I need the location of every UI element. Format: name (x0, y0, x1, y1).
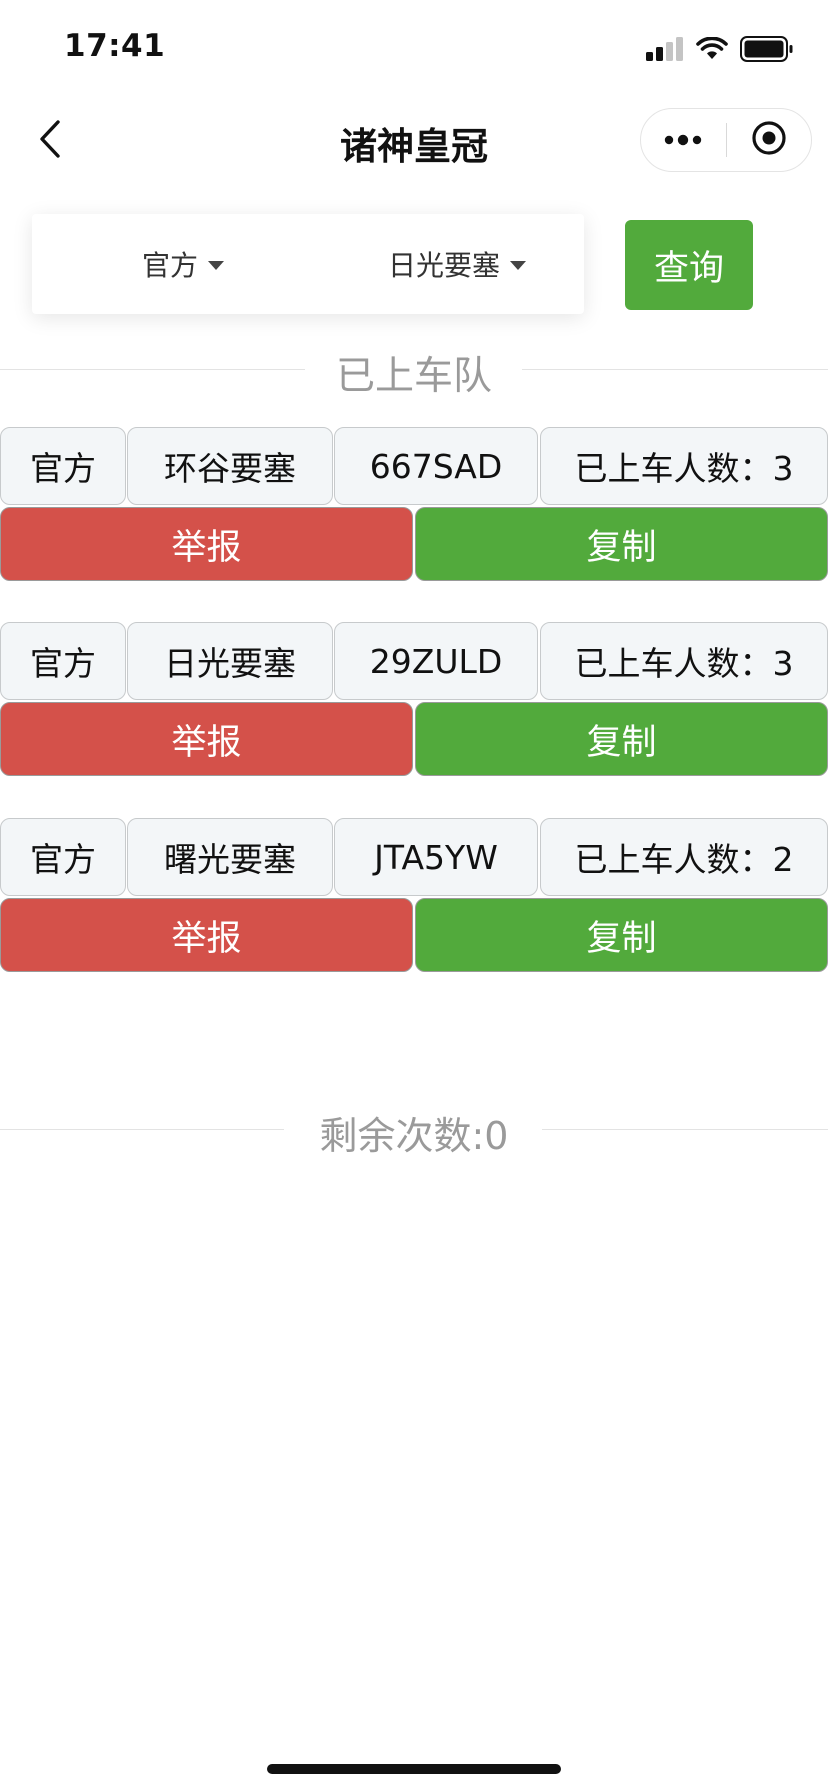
copy-button[interactable]: 复制 (415, 507, 828, 581)
team-camp: 官方 (0, 427, 126, 505)
team-map: 日光要塞 (127, 622, 333, 700)
copy-button[interactable]: 复制 (415, 898, 828, 972)
team-camp: 官方 (0, 622, 126, 700)
signal-icon (646, 37, 684, 65)
team-code: 29ZULD (334, 622, 538, 700)
remaining-count: 剩余次数:0 (319, 1114, 509, 1158)
team-camp: 官方 (0, 818, 126, 896)
team-actions: 举报 复制 (0, 507, 828, 581)
filter-card: 官方 日光要塞 (32, 214, 584, 314)
team-code: 667SAD (334, 427, 538, 505)
wifi-icon (696, 36, 728, 65)
close-miniprogram-button[interactable] (727, 109, 812, 171)
team-code: JTA5YW (334, 818, 538, 896)
camp-picker-value: 官方 (142, 249, 199, 282)
query-button[interactable]: 查询 (625, 220, 753, 310)
report-button[interactable]: 举报 (0, 702, 413, 776)
status-bar: 17:41 (0, 0, 828, 100)
team-info-row: 官方 环谷要塞 667SAD 已上车人数：3 (0, 427, 828, 507)
team-info-row: 官方 曙光要塞 JTA5YW 已上车人数：2 (0, 818, 828, 898)
more-button[interactable] (641, 109, 726, 171)
battery-icon (740, 36, 794, 66)
map-picker-value: 日光要塞 (388, 249, 501, 282)
section-divider: 已上车队 (0, 345, 828, 399)
caret-down-icon (510, 260, 527, 270)
team-map: 曙光要塞 (127, 818, 333, 896)
report-button[interactable]: 举报 (0, 507, 413, 581)
miniprogram-capsule (640, 108, 812, 172)
report-button[interactable]: 举报 (0, 898, 413, 972)
remaining-divider: 剩余次数:0 (0, 1105, 828, 1158)
nav-bar: 诸神皇冠 (0, 100, 828, 182)
camp-picker[interactable]: 官方 (142, 214, 225, 314)
copy-button[interactable]: 复制 (415, 702, 828, 776)
more-dots-icon (663, 131, 703, 150)
team-info-row: 官方 日光要塞 29ZULD 已上车人数：3 (0, 622, 828, 702)
status-icons (646, 36, 794, 66)
team-map: 环谷要塞 (127, 427, 333, 505)
target-circle-icon (751, 120, 787, 160)
team-actions: 举报 复制 (0, 702, 828, 776)
home-indicator (267, 1764, 561, 1774)
section-title: 已上车队 (335, 354, 492, 399)
caret-down-icon (208, 260, 225, 270)
status-time: 17:41 (64, 28, 166, 64)
map-picker[interactable]: 日光要塞 (388, 214, 527, 314)
team-member-count: 已上车人数：3 (540, 427, 828, 505)
team-member-count: 已上车人数：3 (540, 622, 828, 700)
team-actions: 举报 复制 (0, 898, 828, 972)
team-member-count: 已上车人数：2 (540, 818, 828, 896)
